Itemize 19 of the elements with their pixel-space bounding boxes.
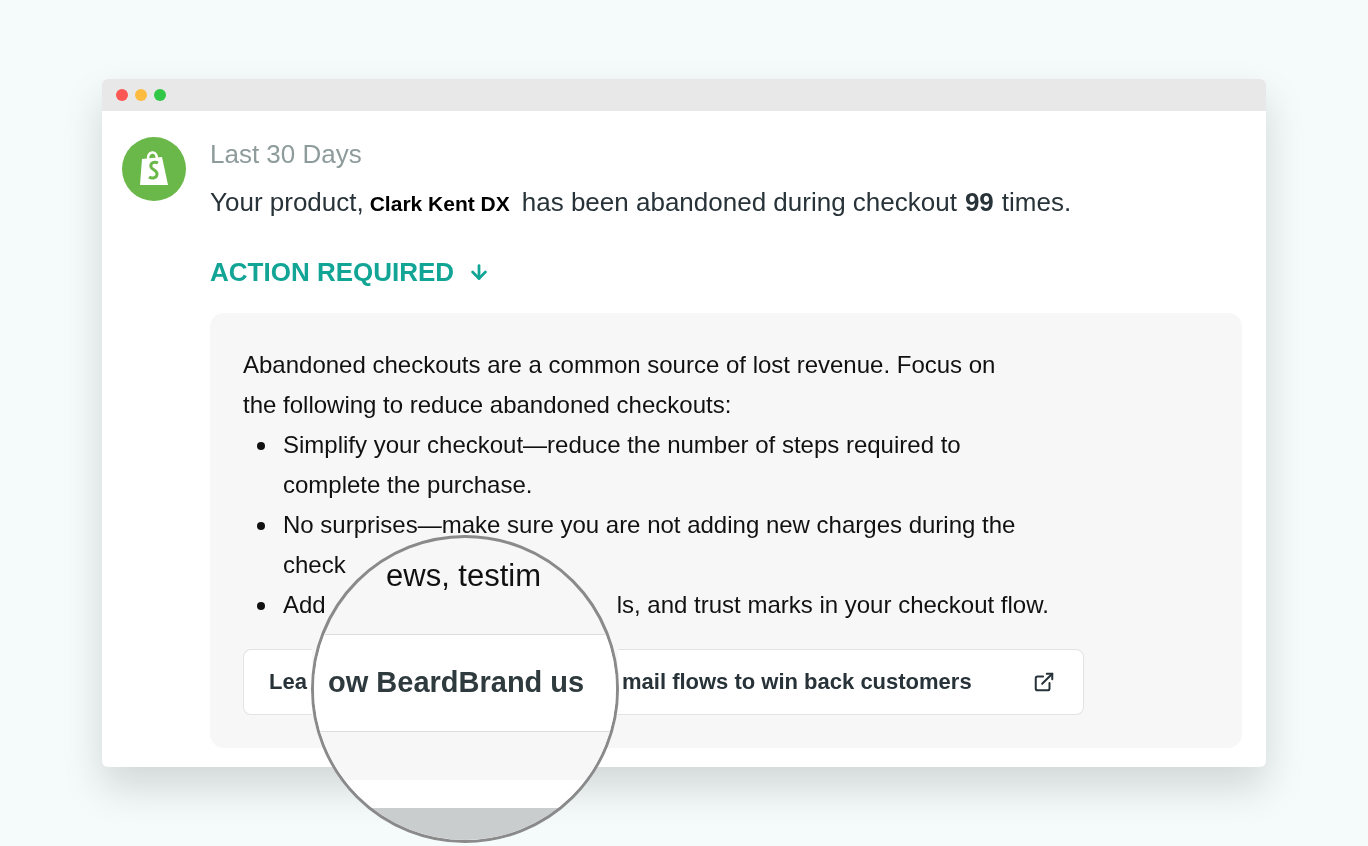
link-button-part[interactable]: Lea [243,649,312,715]
period-label: Last 30 Days [210,138,363,171]
message-text: has been abandoned during checkout [521,186,957,219]
shopping-bag-logo [122,137,186,201]
message-text: Your product, [210,186,364,219]
bullet-text-line: check [283,550,346,580]
magnified-text: ews, testim [386,557,543,595]
bullet-text: ls, and trust marks in your checkout flow. [616,590,1049,620]
message-text: times. [1001,186,1072,219]
product-name: Clark Kent DX [369,191,510,217]
bullet-text: Add [283,590,326,620]
external-link-icon [1033,671,1055,693]
bullet-text-line: Simplify your checkout—reduce the number of steps required to [283,430,961,460]
link-button-part[interactable]: mail flows to win back customers [618,649,1084,715]
abandon-count: 99 [964,186,994,219]
bullet-text-line: complete the purchase. [283,470,533,500]
intro-paragraph: Abandoned checkouts are a common source of lost revenue. Focus on the following to reduce abandoned checkouts: [243,350,997,420]
bullet-text-line: No surprises—make sure you are not adding new charges during the [283,510,1016,540]
magnified-button-text: ow BeardBrand us [328,665,585,701]
